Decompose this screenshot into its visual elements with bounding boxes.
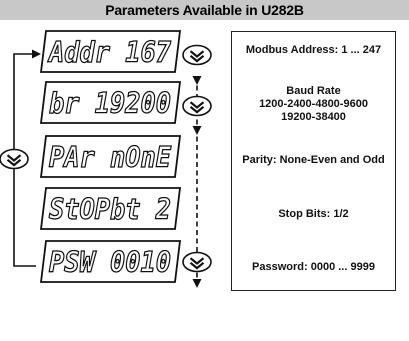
arrow-head <box>192 76 202 85</box>
lcd-readout: PAr nOnE <box>49 141 172 174</box>
down-button[interactable] <box>181 95 213 117</box>
description-line: Password: 0000 ... 9999 <box>252 261 375 273</box>
lcd-display: br 19200 <box>39 81 182 124</box>
description-password: Password: 0000 ... 9999 <box>232 261 395 274</box>
down-button[interactable] <box>181 251 213 273</box>
description-baud-rate: Baud Rate 1200-2400-4800-9600 19200-3840… <box>232 85 395 124</box>
description-parity: Parity: None-Even and Odd <box>232 154 395 167</box>
loop-arrow-head <box>32 49 41 59</box>
description-stop-bits: Stop Bits: 1/2 <box>232 208 395 221</box>
lcd-readout: Addr 167 <box>47 36 171 69</box>
lcd-display: StOPbt 2 <box>39 187 182 230</box>
description-line: Baud Rate <box>286 85 341 97</box>
lcd-display: Addr 167 <box>39 30 182 73</box>
description-line: Modbus Address: 1 ... 247 <box>245 44 382 56</box>
description-line: Stop Bits: 1/2 <box>278 208 349 220</box>
arrow-head <box>192 126 202 135</box>
arrow-head <box>192 279 202 288</box>
display-boxes: Addr 167 br 19200 PAr nOnE StOPbt 2 PSW 0010 <box>39 30 182 283</box>
lcd-display: PAr nOnE <box>39 135 182 178</box>
description-line: 19200-38400 <box>281 111 346 123</box>
side-button[interactable] <box>0 148 30 170</box>
lcd-readout: br 19200 <box>49 87 171 120</box>
description-line: 1200-2400-4800-9600 <box>259 98 368 110</box>
lcd-readout: StOPbt 2 <box>49 193 171 226</box>
description-line: Parity: None-Even and Odd <box>242 154 385 166</box>
description-panel: Modbus Address: 1 ... 247 Baud Rate 1200… <box>231 31 396 291</box>
lcd-readout: PSW 0010 <box>49 246 171 279</box>
lcd-display: PSW 0010 <box>39 240 182 283</box>
description-address: Modbus Address: 1 ... 247 <box>232 44 395 57</box>
down-button[interactable] <box>181 44 213 66</box>
